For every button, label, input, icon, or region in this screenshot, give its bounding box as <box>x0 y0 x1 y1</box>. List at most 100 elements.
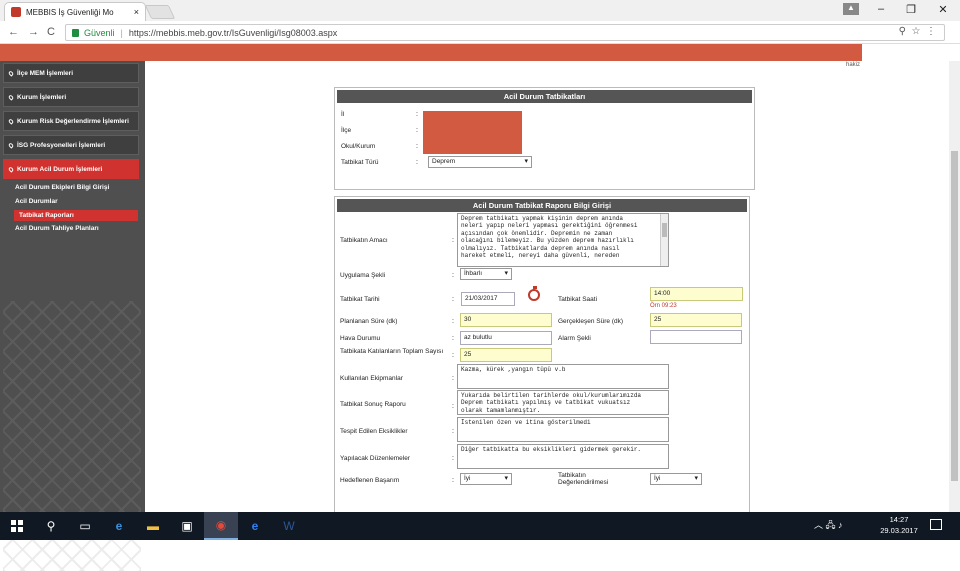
hava-durumu-label: Hava Durumu <box>340 335 381 342</box>
sidebar-item-risk[interactable]: Kurum Risk Değerlendirme İşlemleri <box>3 111 139 131</box>
alarm-sekli-label: Alarm Şekli <box>558 335 591 342</box>
colon: : <box>452 352 454 359</box>
store-icon[interactable]: ▣ <box>170 512 204 540</box>
stopwatch-icon <box>528 286 540 301</box>
notification-icon[interactable] <box>930 519 942 530</box>
search-icon[interactable]: ⚲ <box>34 512 68 540</box>
internet-explorer-icon[interactable]: e <box>238 512 272 540</box>
duzenlemeler-label: Yapılacak Düzenlemeler <box>340 455 410 462</box>
sidebar-item-acil-durum[interactable]: Kurum Acil Durum İşlemleri <box>3 159 139 179</box>
hedeflenen-select[interactable]: İyi <box>460 473 512 485</box>
sidebar: İlçe MEM İşlemleri Kurum İşlemleri Kurum… <box>0 61 145 571</box>
subitem-acil-durumlar[interactable]: Acil Durumlar <box>15 198 58 205</box>
katilan-sayisi-label: Tatbikata Katılanların Toplam Sayısı <box>340 348 444 355</box>
clock[interactable]: 14:27 29.03.2017 <box>875 514 923 536</box>
page-scrollbar[interactable] <box>949 61 960 512</box>
textarea-scrollbar[interactable] <box>660 214 668 266</box>
redacted-location-block <box>423 111 522 154</box>
alarm-sekli-input[interactable] <box>650 330 742 344</box>
tray-icons[interactable]: ︿ 🖧 ♪ <box>814 518 843 534</box>
colon: : <box>416 127 418 134</box>
file-explorer-icon[interactable]: ▬ <box>136 512 170 540</box>
colon: : <box>452 477 454 484</box>
okul-label: Okul/Kurum <box>341 143 376 150</box>
hedeflenen-label: Hedeflenen Başarım <box>340 477 400 484</box>
amac-textarea[interactable]: Deprem tatbikatı yapmak kişinin deprem a… <box>457 213 669 267</box>
edge-icon[interactable]: e <box>102 512 136 540</box>
close-window-button[interactable]: ✕ <box>934 3 952 16</box>
hava-durumu-input[interactable]: az bulutlu <box>460 331 552 345</box>
gerceklesen-sure-input[interactable]: 25 <box>650 313 742 327</box>
tatbikat-saati-input[interactable]: 14:00 <box>650 287 743 301</box>
sidebar-item-label: Kurum Acil Durum İşlemleri <box>17 165 103 173</box>
colon: : <box>416 143 418 150</box>
ekipmanlar-label: Kullanılan Ekipmanlar <box>340 375 403 382</box>
maximize-button[interactable]: ❐ <box>902 3 920 16</box>
colon: : <box>452 428 454 435</box>
tatbikat-turu-select[interactable]: Deprem <box>428 156 532 168</box>
sidebar-item-isg[interactable]: İSG Profesyonelleri İşlemleri <box>3 135 139 155</box>
search-icon[interactable]: ⚲ <box>899 26 906 37</box>
browser-tab[interactable]: MEBBIS İş Güvenliği Mo × <box>4 2 146 21</box>
browser-titlebar: MEBBIS İş Güvenliği Mo × ▲ – ❐ ✕ <box>0 0 960 21</box>
url-input[interactable]: Güvenli | https://mebbis.meb.gov.tr/IsGu… <box>65 24 945 41</box>
start-button[interactable] <box>0 512 34 540</box>
katilan-sayisi-input[interactable]: 25 <box>460 348 552 362</box>
colon: : <box>452 375 454 382</box>
user-profile-icon[interactable]: ▲ <box>843 3 859 15</box>
url-text: https://mebbis.meb.gov.tr/IsGuvenligi/Is… <box>128 27 338 38</box>
subitem-tahliye-planlari[interactable]: Acil Durum Tahliye Planları <box>15 225 99 232</box>
colon: : <box>452 296 454 303</box>
back-button[interactable]: ← <box>8 26 19 38</box>
amac-text: Deprem tatbikatı yapmak kişinin deprem a… <box>461 215 638 260</box>
location-pin-icon <box>7 165 15 173</box>
eksiklikler-textarea[interactable]: İstenilen özen ve itina gösterilmedi <box>457 417 669 442</box>
tatbikat-tarihi-input[interactable]: 21/03/2017 <box>461 292 515 306</box>
lock-icon <box>72 28 79 37</box>
amac-label: Tatbikatın Amacı <box>340 237 388 244</box>
tab-title: MEBBIS İş Güvenliği Mo <box>26 7 114 17</box>
sidebar-item-label: İSG Profesyonelleri İşlemleri <box>17 141 106 149</box>
minimize-button[interactable]: – <box>872 3 890 15</box>
address-bar-row: ← → C Güvenli | https://mebbis.meb.gov.t… <box>0 21 960 44</box>
tatbikat-saati-label: Tatbikat Saati <box>558 296 598 303</box>
ekipmanlar-textarea[interactable]: Kazma, kürek ,yangın tüpü v.b <box>457 364 669 389</box>
new-tab-button[interactable] <box>144 5 176 19</box>
planlanan-sure-label: Planlanan Süre (dk) <box>340 318 398 325</box>
colon: : <box>452 272 454 279</box>
subitem-ekipler[interactable]: Acil Durum Ekipleri Bilgi Girişi <box>15 184 109 191</box>
word-icon[interactable]: W <box>272 512 306 540</box>
tab-close-icon[interactable]: × <box>134 7 139 17</box>
sonuc-raporu-textarea[interactable]: Yukarıda belirtilen tarihlerde okul/kuru… <box>457 390 669 415</box>
subitem-tatbikat-raporlari[interactable]: Tatbikat Raporları <box>14 210 138 221</box>
planlanan-sure-input[interactable]: 30 <box>460 313 552 327</box>
il-label: İl <box>341 111 345 118</box>
degerlendirme-label: Tatbikatın Değerlendirilmesi <box>558 472 609 486</box>
star-icon[interactable]: ☆ <box>911 26 920 37</box>
sidebar-item-ilce-mem[interactable]: İlçe MEM İşlemleri <box>3 63 139 83</box>
location-pin-icon <box>7 117 15 125</box>
location-pin-icon <box>7 141 15 149</box>
windows-taskbar: ⚲ ▭ e ▬ ▣ ◉ e W ︿ 🖧 ♪ 14:27 29.03.2017 <box>0 512 960 540</box>
task-view-icon[interactable]: ▭ <box>68 512 102 540</box>
degerlendirme-select[interactable]: İyi <box>650 473 702 485</box>
corner-text: hakiz <box>846 62 861 68</box>
uygulama-sekli-select[interactable]: İhbarlı <box>460 268 512 280</box>
reload-button[interactable]: C <box>47 26 55 38</box>
colon: : <box>452 237 454 244</box>
panel-title: Acil Durum Tatbikat Raporu Bilgi Girişi <box>337 199 747 212</box>
scrollbar-thumb[interactable] <box>951 151 958 481</box>
tatbikat-turu-label: Tatbikat Türü <box>341 159 379 166</box>
colon: : <box>452 403 454 410</box>
tatbikat-tarihi-label: Tatbikat Tarihi <box>340 296 380 303</box>
duzenlemeler-textarea[interactable]: Diğer tatbikatta bu eksiklikleri giderme… <box>457 444 669 469</box>
date-text: 29.03.2017 <box>880 526 918 535</box>
forward-button[interactable]: → <box>28 26 39 38</box>
sidebar-item-kurum[interactable]: Kurum İşlemleri <box>3 87 139 107</box>
colon: : <box>452 318 454 325</box>
mebbis-favicon-icon <box>11 7 21 17</box>
sidebar-item-label: Kurum İşlemleri <box>17 93 67 101</box>
menu-icon[interactable]: ⋮ <box>926 26 936 37</box>
redacted-header-bar <box>0 44 862 61</box>
chrome-icon[interactable]: ◉ <box>204 512 238 540</box>
